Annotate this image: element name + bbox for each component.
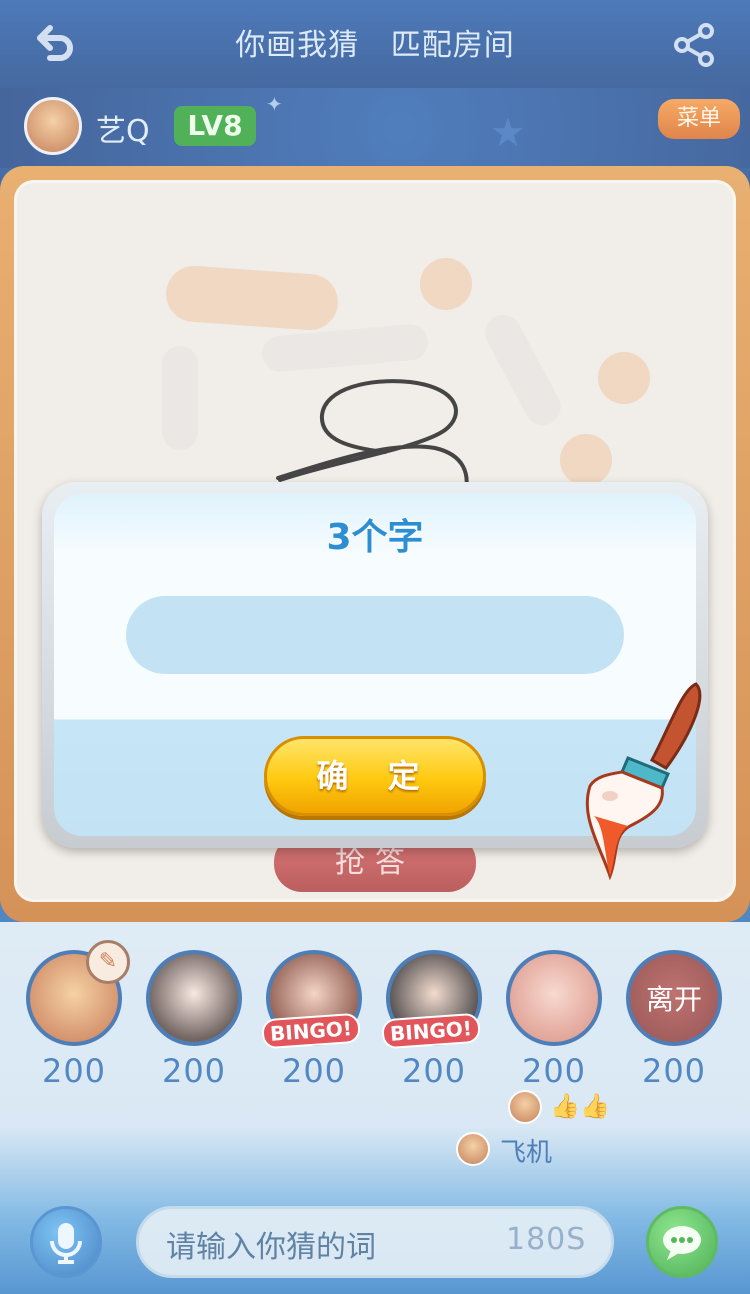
- answer-input[interactable]: [126, 596, 624, 674]
- paintbrush-icon: [585, 682, 702, 881]
- confirm-button[interactable]: 确 定: [264, 736, 486, 816]
- dialog-title: 3个字: [326, 517, 424, 558]
